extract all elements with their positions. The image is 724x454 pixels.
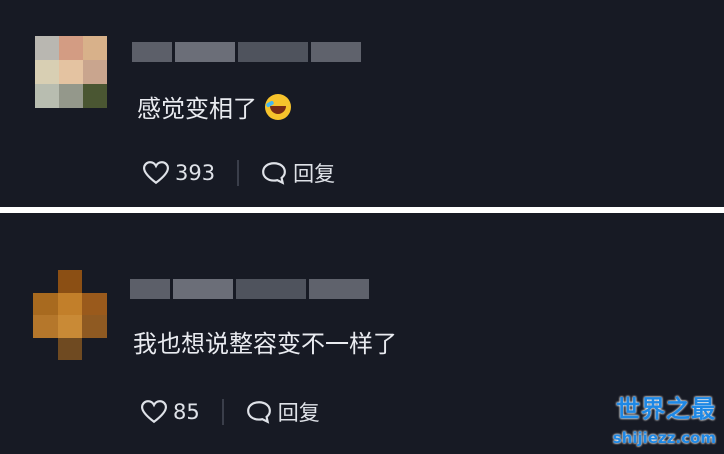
avatar-pixel — [82, 270, 107, 293]
comment-actions: 393 回复 — [143, 158, 335, 188]
avatar-pixel — [33, 337, 58, 360]
avatar[interactable] — [35, 36, 107, 108]
avatar-pixel — [83, 36, 107, 60]
like-count: 85 — [173, 400, 200, 424]
avatar-pixel — [83, 84, 107, 108]
avatar-pixel — [35, 36, 59, 60]
laughing-crying-emoji-icon — [265, 93, 291, 120]
avatar-pixel — [57, 337, 83, 360]
comment-card: 我也想说整容变不一样了 85 回复 世界之最 shijiezz.com — [0, 213, 724, 454]
username-pixel — [309, 279, 369, 299]
comment-text: 感觉变相了 — [137, 89, 291, 124]
avatar-pixel — [82, 337, 107, 360]
avatar-pixel — [59, 60, 83, 84]
avatar-pixel — [33, 292, 58, 315]
watermark-logo: 世界之最 — [616, 395, 716, 423]
username-pixel — [130, 279, 170, 299]
comment-card: 感觉变相了 393 回复 — [0, 0, 724, 207]
divider — [221, 399, 224, 425]
avatar-pixel — [57, 315, 83, 338]
username-pixel — [238, 42, 308, 62]
avatar[interactable] — [33, 270, 107, 360]
username-blurred[interactable] — [130, 279, 372, 299]
heart-icon[interactable] — [143, 161, 169, 185]
avatar-pixel — [57, 270, 83, 293]
username-pixel — [175, 42, 235, 62]
reply-button[interactable]: 回复 — [278, 397, 320, 427]
comment-text-label: 我也想说整容变不一样了 — [133, 330, 397, 358]
reply-button[interactable]: 回复 — [293, 158, 335, 188]
comment-text: 我也想说整容变不一样了 — [133, 324, 397, 359]
username-pixel — [311, 42, 361, 62]
comment-bubble-icon[interactable] — [261, 161, 287, 185]
comment-text-label: 感觉变相了 — [137, 95, 257, 123]
username-pixel — [132, 42, 172, 62]
comment-actions: 85 回复 — [141, 397, 320, 427]
avatar-pixel — [33, 315, 58, 338]
like-count: 393 — [175, 161, 216, 185]
avatar-pixel — [35, 60, 59, 84]
avatar-pixel — [82, 315, 107, 338]
username-pixel — [173, 279, 233, 299]
comment-bubble-icon[interactable] — [246, 400, 272, 424]
username-blurred[interactable] — [132, 42, 364, 62]
avatar-pixel — [57, 292, 83, 315]
heart-icon[interactable] — [141, 400, 167, 424]
avatar-pixel — [35, 84, 59, 108]
divider — [237, 160, 240, 186]
avatar-pixel — [59, 84, 83, 108]
username-pixel — [236, 279, 306, 299]
avatar-pixel — [82, 292, 107, 315]
watermark-url: shijiezz.com — [612, 429, 716, 447]
avatar-pixel — [33, 270, 58, 293]
avatar-pixel — [59, 36, 83, 60]
avatar-pixel — [83, 60, 107, 84]
